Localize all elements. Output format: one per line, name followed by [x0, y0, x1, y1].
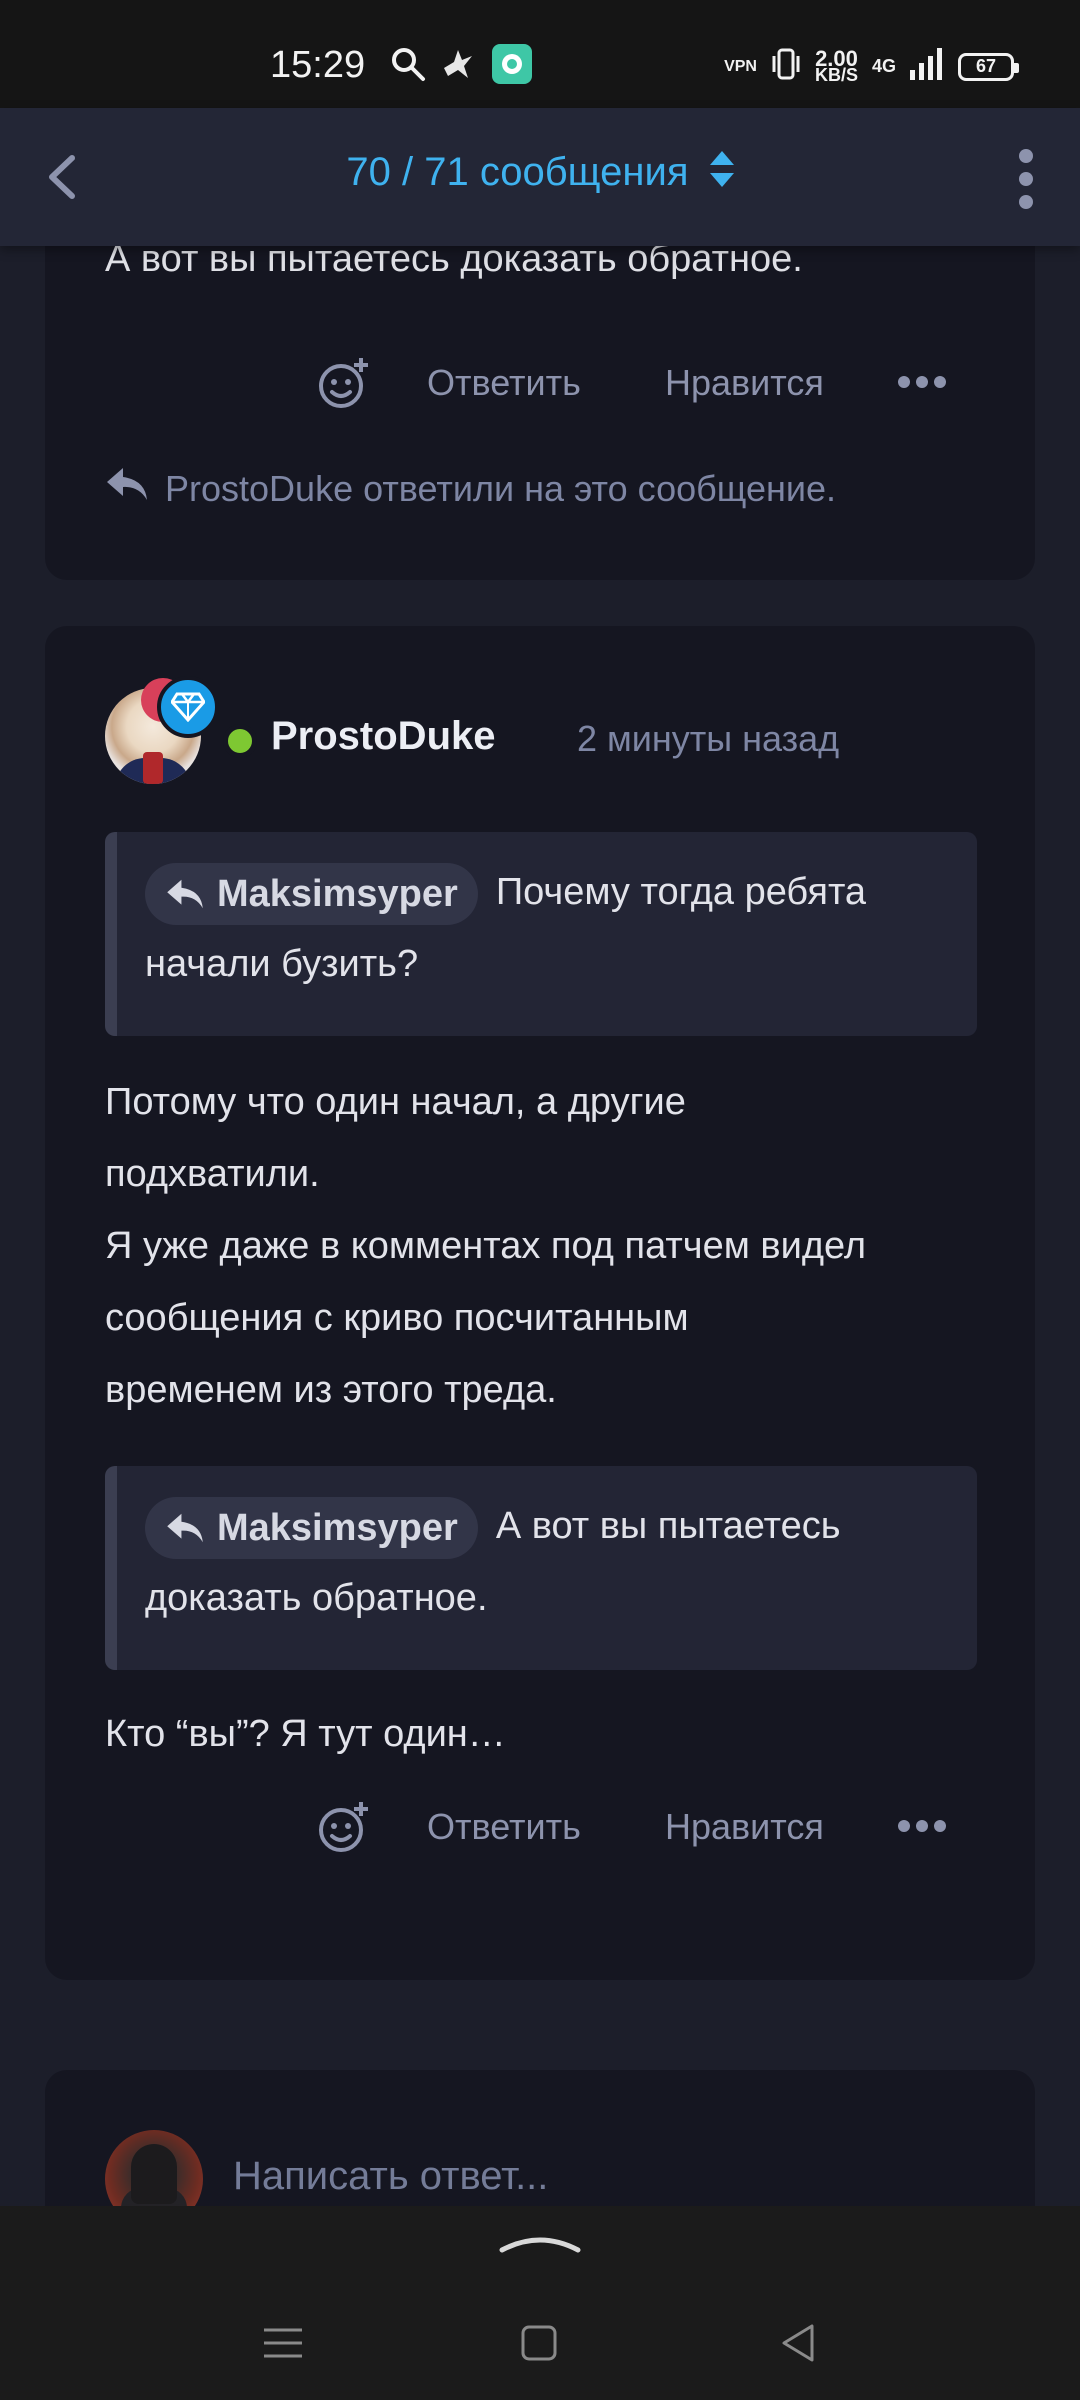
more-horizontal-icon[interactable]: [897, 362, 947, 402]
body-line: Я уже даже в комментах под патчем видел: [105, 1225, 867, 1267]
online-status-indicator: [223, 724, 257, 758]
quote-author-chip[interactable]: Maksimsyper: [145, 862, 478, 925]
post-body-text: Потому что один начал, а другие подхвати…: [105, 1066, 1005, 1426]
chevron-up-icon: [499, 2237, 581, 2253]
previous-post-card: А вот вы пытаетесь доказать обратное. От…: [45, 246, 1035, 580]
reply-arrow-icon: [167, 1513, 203, 1543]
body-line: сообщения с криво посчитанным: [105, 1297, 689, 1339]
reply-input[interactable]: Написать ответ...: [233, 2154, 548, 2199]
author-username[interactable]: ProstoDuke: [271, 714, 496, 759]
quote-author: Maksimsyper: [217, 1506, 458, 1549]
post-card: ProstoDuke 2 минуты назад Maksimsyper По…: [45, 626, 1035, 1980]
thread-content: А вот вы пытаетесь доказать обратное. От…: [0, 246, 1080, 2206]
body-line: Потому что один начал, а другие: [105, 1081, 686, 1123]
my-avatar-hood: [131, 2144, 177, 2204]
like-button[interactable]: Нравится: [665, 1806, 824, 1848]
quote-author: Maksimsyper: [217, 872, 458, 915]
bottom-drawer-handle[interactable]: [0, 2206, 1080, 2288]
my-avatar: [105, 2130, 203, 2206]
like-button[interactable]: Нравится: [665, 362, 824, 404]
quote-block[interactable]: Maksimsyper Почему тогда ребята начали б…: [105, 832, 977, 1036]
battery-icon: 67: [958, 52, 1019, 81]
post-actions: Ответить Нравится: [45, 1790, 1035, 1860]
reply-button[interactable]: Ответить: [427, 362, 581, 404]
status-indicators: VPN 2.00 KB/S 4G 67: [724, 45, 1019, 85]
net-speed: 2.00 KB/S: [814, 45, 858, 85]
body-line: подхватили.: [105, 1153, 320, 1195]
signal-icon: [910, 48, 944, 85]
network-type: 4G: [871, 56, 896, 76]
more-horizontal-icon[interactable]: [897, 1806, 947, 1846]
search-icon: [390, 46, 426, 87]
reply-composer[interactable]: Написать ответ...: [105, 2130, 985, 2206]
reply-button[interactable]: Ответить: [427, 1806, 581, 1848]
back-triangle-icon[interactable]: [774, 2318, 824, 2368]
previous-post-text: А вот вы пытаетесь доказать обратное.: [105, 246, 803, 280]
thread-position-label: 70 / 71 сообщения: [346, 150, 689, 194]
post-header: ProstoDuke 2 минуты назад: [105, 676, 985, 788]
thread-position-selector[interactable]: 70 / 71 сообщения: [0, 150, 1080, 197]
post-body-text-end: Кто “вы”? Я тут один…: [105, 1713, 506, 1755]
chat-app-icon: [492, 44, 532, 89]
top-app-bar: 70 / 71 сообщения: [0, 108, 1080, 246]
reply-arrow-icon: [167, 879, 203, 909]
previous-post-actions: Ответить Нравится: [45, 346, 1035, 416]
diamond-badge-icon: [157, 676, 219, 738]
home-square-icon[interactable]: [514, 2318, 564, 2368]
system-navigation-bar: [0, 2288, 1080, 2400]
bird-app-icon: [440, 46, 476, 87]
replied-note[interactable]: ProstoDuke ответили на это сообщение.: [105, 466, 836, 511]
status-time: 15:29: [270, 44, 366, 86]
avatar-tie: [143, 752, 163, 784]
more-vertical-icon[interactable]: [1016, 148, 1036, 210]
quote-author-chip[interactable]: Maksimsyper: [145, 1496, 478, 1559]
quote-block[interactable]: Maksimsyper А вот вы пытаетесь доказать …: [105, 1466, 977, 1670]
vibrate-icon: [771, 48, 801, 85]
add-reaction-icon[interactable]: [317, 1800, 371, 1854]
author-avatar[interactable]: [105, 676, 219, 788]
menu-icon[interactable]: [258, 2318, 308, 2368]
sort-arrows-icon: [709, 151, 734, 197]
vpn-icon: VPN: [724, 57, 757, 75]
replied-note-text: ProstoDuke ответили на это сообщение.: [165, 467, 836, 509]
post-timestamp[interactable]: 2 минуты назад: [577, 718, 839, 760]
add-reaction-icon[interactable]: [317, 356, 371, 410]
reply-arrow-icon: [105, 466, 149, 511]
body-line: временем из этого треда.: [105, 1369, 557, 1411]
status-bar: 15:29 VPN 2.00 KB/S 4G 67: [0, 0, 1080, 108]
reply-card: Написать ответ...: [45, 2070, 1035, 2206]
